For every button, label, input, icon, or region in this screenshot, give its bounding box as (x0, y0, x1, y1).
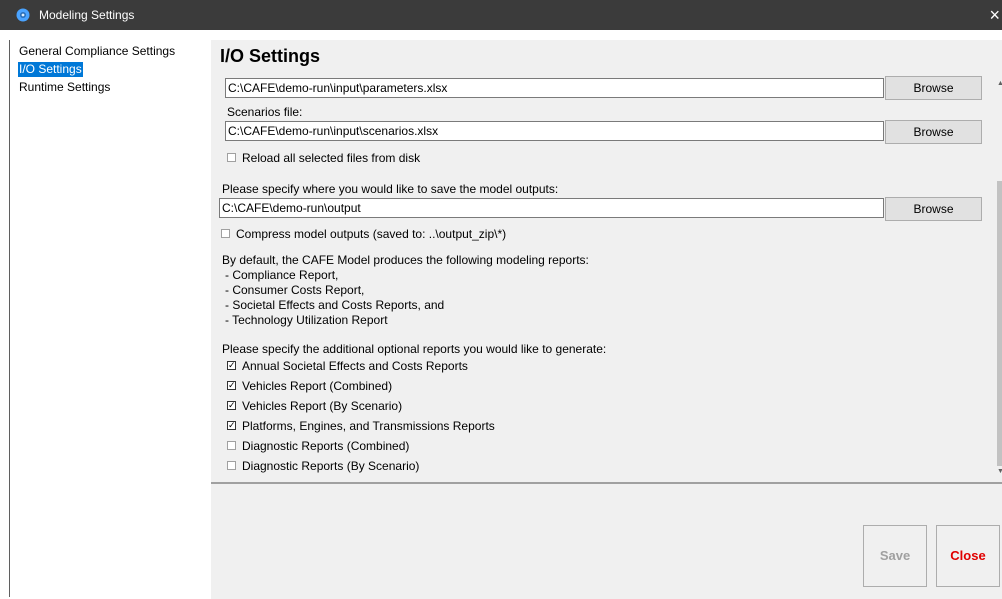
io-settings-panel: I/O Settings C:\CAFE\demo-run\input\para… (211, 40, 1002, 482)
parameters-browse-button[interactable]: Browse (885, 76, 982, 100)
optional-report-label: Vehicles Report (By Scenario) (242, 399, 403, 413)
action-bar: Save Close (211, 482, 1002, 599)
optional-report-diagnostic-combined-checkbox[interactable]: Diagnostic Reports (Combined) (227, 438, 409, 454)
scenarios-file-label: Scenarios file: (227, 105, 303, 119)
nav-item-general-compliance-settings[interactable]: General Compliance Settings (18, 44, 176, 59)
checkbox-box: ✓ (227, 400, 236, 411)
title-bar: Modeling Settings × (0, 0, 1002, 30)
default-report-item: - Compliance Report, (225, 268, 339, 282)
compress-outputs-checkbox[interactable]: Compress model outputs (saved to: ..\out… (221, 226, 506, 242)
checkbox-box (227, 153, 236, 163)
output-path-input[interactable]: C:\CAFE\demo-run\output (219, 198, 884, 218)
checkbox-box: ✓ (227, 420, 236, 431)
window-title: Modeling Settings (39, 8, 135, 22)
optional-report-label: Platforms, Engines, and Transmissions Re… (242, 419, 495, 433)
checkbox-box (221, 229, 230, 239)
gear-icon (16, 8, 30, 22)
optional-report-label: Diagnostic Reports (Combined) (242, 439, 410, 453)
optional-report-vehicles-by-scenario-checkbox[interactable]: ✓ Vehicles Report (By Scenario) (227, 398, 402, 414)
scroll-up-icon[interactable]: ▲ (997, 80, 1002, 88)
checkbox-box: ✓ (227, 380, 236, 391)
output-browse-button[interactable]: Browse (885, 197, 982, 221)
default-report-item: - Consumer Costs Report, (225, 283, 365, 297)
nav-item-io-settings[interactable]: I/O Settings (18, 62, 83, 77)
optional-report-label: Diagnostic Reports (By Scenario) (242, 459, 420, 473)
default-report-item: - Technology Utilization Report (225, 313, 388, 327)
output-location-label: Please specify where you would like to s… (222, 182, 559, 196)
optional-report-diagnostic-by-scenario-checkbox[interactable]: Diagnostic Reports (By Scenario) (227, 458, 419, 474)
optional-report-label: Vehicles Report (Combined) (242, 379, 393, 393)
default-reports-intro: By default, the CAFE Model produces the … (222, 253, 589, 267)
reload-files-checkbox[interactable]: Reload all selected files from disk (227, 150, 420, 166)
optional-reports-intro: Please specify the additional optional r… (222, 342, 607, 356)
checkbox-box (227, 461, 236, 471)
checkbox-box: ✓ (227, 360, 236, 371)
settings-nav-panel: General Compliance Settings I/O Settings… (9, 40, 212, 597)
scenarios-browse-button[interactable]: Browse (885, 120, 982, 144)
scenarios-file-input[interactable]: C:\CAFE\demo-run\input\scenarios.xlsx (225, 121, 884, 141)
scrollbar-thumb[interactable] (997, 181, 1002, 466)
checkbox-box (227, 441, 236, 451)
parameters-file-input[interactable]: C:\CAFE\demo-run\input\parameters.xlsx (225, 78, 884, 98)
compress-outputs-label: Compress model outputs (saved to: ..\out… (236, 227, 507, 241)
close-button[interactable]: Close (936, 525, 1000, 587)
default-report-item: - Societal Effects and Costs Reports, an… (225, 298, 445, 312)
optional-report-annual-societal-checkbox[interactable]: ✓ Annual Societal Effects and Costs Repor… (227, 358, 468, 374)
nav-item-runtime-settings[interactable]: Runtime Settings (18, 80, 111, 95)
optional-report-label: Annual Societal Effects and Costs Report… (242, 359, 468, 373)
optional-report-vehicles-combined-checkbox[interactable]: ✓ Vehicles Report (Combined) (227, 378, 392, 394)
scroll-down-icon[interactable]: ▼ (997, 468, 1002, 476)
window-close-button[interactable]: × (984, 0, 1002, 30)
save-button[interactable]: Save (863, 525, 927, 587)
optional-report-platforms-engines-checkbox[interactable]: ✓ Platforms, Engines, and Transmissions R… (227, 418, 495, 434)
reload-files-label: Reload all selected files from disk (242, 151, 421, 165)
page-title: I/O Settings (220, 46, 321, 66)
